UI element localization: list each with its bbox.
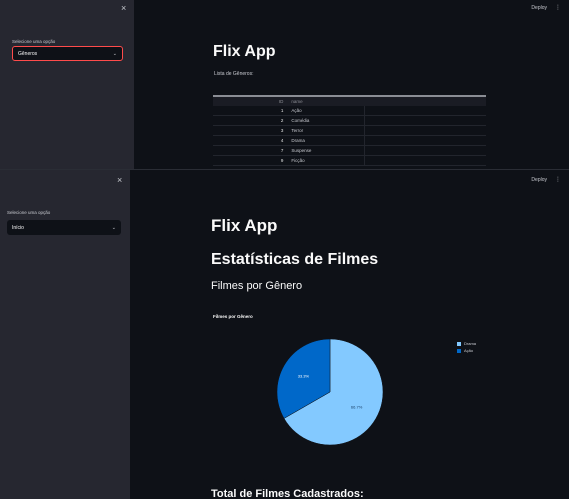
genres-page-screenshot: × Selecione uma opção Gêneros ⌄ Deploy ⋮… [0,0,569,169]
selected-option: Gêneros [18,50,38,57]
genre-pie-chart: 66.7% 33.3% [276,338,384,446]
app-title: Flix App [213,43,276,60]
legend-label: Ação [464,348,474,353]
cell-name: Ação [287,106,366,116]
legend-item-ação[interactable]: Ação [457,347,476,354]
pie-label-ação: 33.3% [298,374,310,379]
cell-empty [364,145,486,156]
page-selectbox[interactable]: Gêneros ⌄ [12,46,123,61]
close-sidebar-icon[interactable]: × [121,4,126,13]
cell-id: 2 [213,115,288,126]
close-sidebar-icon[interactable]: × [117,176,122,185]
genre-chart-heading: Filmes por Gênero [211,280,303,292]
deploy-button[interactable]: Deploy [531,5,547,11]
table-row[interactable]: 7 Suspense [213,145,486,156]
chart-title: Filmes por Gênero [213,314,253,319]
cell-name: Drama [287,135,366,146]
table-row[interactable]: 3 Terror [213,125,486,136]
cell-name: Terror [287,125,366,136]
cell-empty [364,155,486,166]
pie-label-drama: 66.7% [351,404,363,409]
stats-heading: Estatísticas de Filmes [211,251,379,268]
cell-empty [364,106,486,116]
toolbar: Deploy ⋮ [531,176,561,184]
toolbar: Deploy ⋮ [531,4,561,12]
cell-name: Suspense [287,145,366,156]
column-header-name[interactable]: name [287,97,365,106]
table-row[interactable]: 2 Comédia [213,115,486,126]
cell-id: 3 [213,125,288,136]
genres-table: ID name 1 Ação 2 Comédia 3 Terror 4 Drama 7 Suspe… [213,97,486,166]
cell-id: 1 [213,106,288,116]
column-header-id[interactable]: ID [213,97,288,106]
cell-id: 9 [213,155,288,166]
column-header-empty [364,97,486,106]
cell-empty [364,115,486,126]
cell-empty [364,135,486,146]
deploy-button[interactable]: Deploy [531,177,547,183]
legend-item-drama[interactable]: Drama [457,340,476,347]
sidebar: × Selecione uma opção Início ⌄ [0,170,130,499]
sidebar: × Selecione uma opção Gêneros ⌄ [0,0,134,169]
main-menu-icon[interactable]: ⋮ [555,176,561,183]
cell-id: 7 [213,145,288,156]
selected-option: Início [12,224,24,231]
cell-name: Ficção [287,155,366,166]
table-header-row: ID name [213,97,486,106]
total-films-heading: Total de Filmes Cadastrados: [211,488,364,499]
cell-empty [364,125,486,136]
cell-name: Comédia [287,115,366,126]
chevron-down-icon: ⌄ [112,50,117,57]
home-page-screenshot: × Selecione uma opção Início ⌄ Deploy ⋮ … [0,169,569,499]
cell-id: 4 [213,135,288,146]
legend-swatch [457,348,461,353]
select-label: Selecione uma opção [7,210,51,215]
table-row[interactable]: 1 Ação [213,106,486,116]
legend-label: Drama [464,341,477,346]
chart-legend: Drama Ação [457,340,476,354]
app-title: Flix App [211,216,278,235]
chevron-down-icon: ⌄ [111,224,116,231]
table-row[interactable]: 4 Drama [213,135,486,146]
legend-swatch [457,341,461,346]
page-selectbox[interactable]: Início ⌄ [7,220,121,235]
main-menu-icon[interactable]: ⋮ [555,4,561,11]
genre-list-label: Lista de Gêneros: [214,71,254,77]
table-row[interactable]: 9 Ficção [213,155,486,166]
select-label: Selecione uma opção [12,39,56,44]
